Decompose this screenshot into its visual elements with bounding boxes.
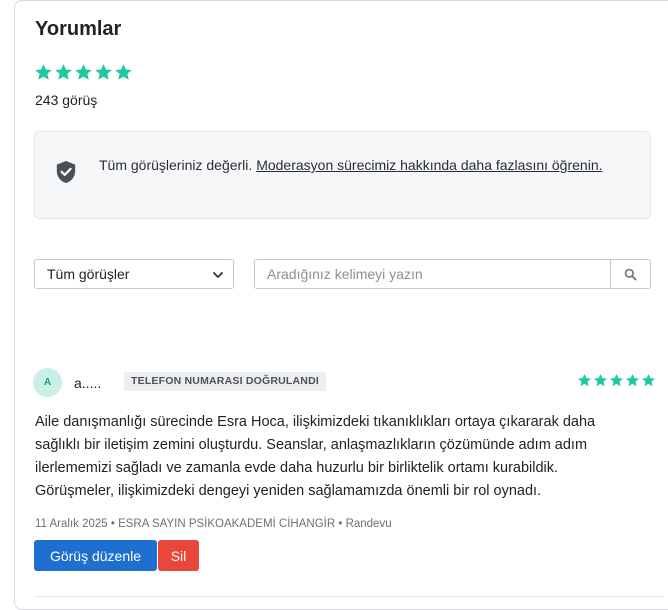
review-filter-select[interactable]: Tüm görüşler <box>34 259 234 289</box>
star-icon <box>577 373 592 388</box>
star-icon <box>641 373 656 388</box>
review-header: A a..... TELEFON NUMARASI DOĞRULANDI <box>33 368 656 398</box>
star-icon <box>94 63 113 82</box>
search-button[interactable] <box>610 260 650 288</box>
search-icon <box>624 268 637 280</box>
overall-rating <box>34 63 133 82</box>
reviews-card: Yorumlar 243 görüş Tüm görüşleriniz değe… <box>14 0 668 610</box>
review-text: Aile danışmanlığı sürecinde Esra Hoca, i… <box>35 414 596 499</box>
star-icon <box>114 63 133 82</box>
divider <box>34 596 664 597</box>
avatar: A <box>33 368 62 397</box>
filter-selected-value: Tüm görüşler <box>47 266 130 282</box>
page-title: Yorumlar <box>35 18 122 40</box>
reviewer-name: a..... <box>74 375 102 391</box>
star-icon <box>593 373 608 388</box>
star-icon <box>609 373 624 388</box>
moderation-notice: Tüm görüşleriniz değerli. Moderasyon sür… <box>34 131 651 219</box>
star-icon <box>34 63 53 82</box>
search-input[interactable] <box>255 260 610 288</box>
star-icon <box>74 63 93 82</box>
star-icon <box>625 373 640 388</box>
edit-review-button[interactable]: Görüş düzenle <box>34 540 157 571</box>
review-meta: 11 Aralık 2025 • ESRA SAYIN PSİKOAKADEMİ… <box>35 518 392 530</box>
chevron-down-icon <box>213 272 223 278</box>
search-box <box>254 259 651 289</box>
verified-badge: TELEFON NUMARASI DOĞRULANDI <box>124 372 326 391</box>
shield-check-icon <box>56 161 76 183</box>
delete-review-button[interactable]: Sil <box>158 540 199 571</box>
notice-message: Tüm görüşleriniz değerli. <box>99 157 253 173</box>
notice-text: Tüm görüşleriniz değerli. Moderasyon sür… <box>99 154 619 177</box>
review-count: 243 görüş <box>35 92 98 108</box>
star-icon <box>54 63 73 82</box>
review-rating <box>577 373 656 388</box>
moderation-link[interactable]: Moderasyon sürecimiz hakkında daha fazla… <box>256 157 602 173</box>
